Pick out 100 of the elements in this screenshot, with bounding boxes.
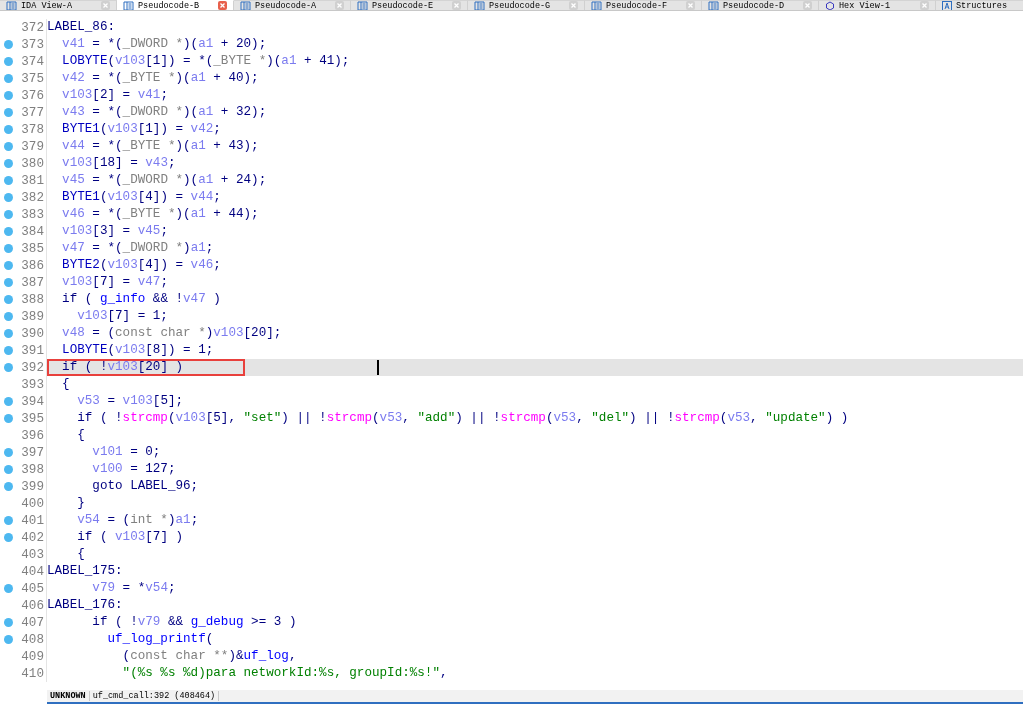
- breakpoint-dot-icon[interactable]: [3, 108, 13, 117]
- line-number: 383: [20, 207, 44, 222]
- code-line: LABEL_86:: [47, 19, 116, 36]
- code-line: "(%s %s %d)para networkId:%s, groupId:%s!",: [121, 665, 448, 682]
- code-line: v48 = (const char *)v103[20];: [61, 325, 282, 342]
- tab[interactable]: Hex View-1: [819, 0, 936, 10]
- breakpoint-dot-icon[interactable]: [3, 584, 13, 593]
- breakpoint-dot-icon[interactable]: [3, 618, 13, 627]
- close-icon[interactable]: [920, 1, 929, 10]
- breakpoint-dot-icon[interactable]: [3, 465, 13, 474]
- tab[interactable]: Pseudocode-E: [351, 0, 468, 10]
- breakpoint-dot-icon[interactable]: [3, 346, 13, 355]
- code-line: LABEL_175:: [47, 563, 123, 580]
- line-number: 398: [20, 462, 44, 477]
- line-number: 377: [20, 105, 44, 120]
- line-number: 409: [20, 649, 44, 664]
- breakpoint-dot-icon[interactable]: [3, 414, 13, 423]
- tab[interactable]: Pseudocode-A: [234, 0, 351, 10]
- tab[interactable]: IDA View-A: [0, 0, 117, 10]
- line-number: 403: [20, 547, 44, 562]
- breakpoint-dot-icon[interactable]: [3, 312, 13, 321]
- tab[interactable]: Pseudocode-D: [702, 0, 819, 10]
- line-number: 410: [20, 666, 44, 681]
- line-number: 404: [20, 564, 44, 579]
- code-line: v103[7] = 1;: [76, 308, 168, 325]
- close-icon[interactable]: [101, 1, 110, 10]
- tab[interactable]: Pseudocode-F: [585, 0, 702, 10]
- line-number: 373: [20, 37, 44, 52]
- line-number: 400: [20, 496, 44, 511]
- close-icon[interactable]: [569, 1, 578, 10]
- document-icon: [591, 0, 602, 10]
- line-number: 397: [20, 445, 44, 460]
- line-number: 391: [20, 343, 44, 358]
- code-line: if ( !strcmp(v103[5], "set") || !strcmp(v53, "add") || !strcmp(v53, "del") || !strcmp(v53, "update") ): [76, 410, 849, 427]
- document-icon: [708, 0, 719, 10]
- code-line: v53 = v103[5];: [76, 393, 184, 410]
- code-line: v47 = *(_DWORD *)a1;: [61, 240, 214, 257]
- breakpoint-dot-icon[interactable]: [3, 210, 13, 219]
- code-line: {: [76, 546, 85, 563]
- text-cursor: [377, 360, 379, 375]
- code-line: v45 = *(_DWORD *)(a1 + 24);: [61, 172, 267, 189]
- tab[interactable]: Pseudocode-B: [117, 0, 234, 10]
- line-number: 406: [20, 598, 44, 613]
- breakpoint-dot-icon[interactable]: [3, 40, 13, 49]
- breakpoint-dot-icon[interactable]: [3, 74, 13, 83]
- breakpoint-dot-icon[interactable]: [3, 397, 13, 406]
- close-icon[interactable]: [452, 1, 461, 10]
- line-number: 405: [20, 581, 44, 596]
- code-line: LABEL_176:: [47, 597, 123, 614]
- breakpoint-dot-icon[interactable]: [3, 516, 13, 525]
- close-icon[interactable]: [803, 1, 812, 10]
- code-line: {: [76, 427, 85, 444]
- breakpoint-dot-icon[interactable]: [3, 193, 13, 202]
- breakpoint-dot-icon[interactable]: [3, 142, 13, 151]
- breakpoint-dot-icon[interactable]: [3, 448, 13, 457]
- breakpoint-dot-icon[interactable]: [3, 57, 13, 66]
- code-line: if ( g_info && !v47 ): [61, 291, 221, 308]
- breakpoint-dot-icon[interactable]: [3, 363, 13, 372]
- tab[interactable]: Pseudocode-G: [468, 0, 585, 10]
- status-location: uf_cmd_call:392 (408464): [89, 691, 220, 701]
- close-icon[interactable]: [686, 1, 695, 10]
- close-icon[interactable]: [335, 1, 344, 10]
- breakpoint-dot-icon[interactable]: [3, 125, 13, 134]
- breakpoint-dot-icon[interactable]: [3, 91, 13, 100]
- line-number: 378: [20, 122, 44, 137]
- document-icon: [240, 0, 251, 10]
- breakpoint-dot-icon[interactable]: [3, 329, 13, 338]
- code-line: v46 = *(_BYTE *)(a1 + 44);: [61, 206, 259, 223]
- code-line: (const char **)&uf_log,: [121, 648, 297, 665]
- code-line: v100 = 127;: [91, 461, 176, 478]
- code-line: v44 = *(_BYTE *)(a1 + 43);: [61, 138, 259, 155]
- document-icon: [357, 0, 368, 10]
- breakpoint-dot-icon[interactable]: [3, 176, 13, 185]
- tab[interactable]: Structures: [936, 0, 1023, 10]
- code-line: LOBYTE(v103[8]) = 1;: [61, 342, 214, 359]
- breakpoint-dot-icon[interactable]: [3, 227, 13, 236]
- line-number: 372: [20, 20, 44, 35]
- line-number: 394: [20, 394, 44, 409]
- breakpoint-dot-icon[interactable]: [3, 635, 13, 644]
- document-icon: [123, 0, 134, 10]
- line-number: 399: [20, 479, 44, 494]
- line-number: 401: [20, 513, 44, 528]
- line-number: 389: [20, 309, 44, 324]
- line-number: 396: [20, 428, 44, 443]
- breakpoint-dot-icon[interactable]: [3, 261, 13, 270]
- line-number: 379: [20, 139, 44, 154]
- breakpoint-dot-icon[interactable]: [3, 244, 13, 253]
- breakpoint-dot-icon[interactable]: [3, 278, 13, 287]
- line-number: 375: [20, 71, 44, 86]
- line-number: 395: [20, 411, 44, 426]
- breakpoint-dot-icon[interactable]: [3, 159, 13, 168]
- close-icon[interactable]: [218, 1, 227, 10]
- breakpoint-dot-icon[interactable]: [3, 295, 13, 304]
- code-line: v101 = 0;: [91, 444, 161, 461]
- breakpoint-dot-icon[interactable]: [3, 482, 13, 491]
- breakpoint-dot-icon[interactable]: [3, 533, 13, 542]
- code-line: v42 = *(_BYTE *)(a1 + 40);: [61, 70, 259, 87]
- code-line: uf_log_printf(: [106, 631, 214, 648]
- code-line: BYTE1(v103[1]) = v42;: [61, 121, 221, 138]
- line-number: 390: [20, 326, 44, 341]
